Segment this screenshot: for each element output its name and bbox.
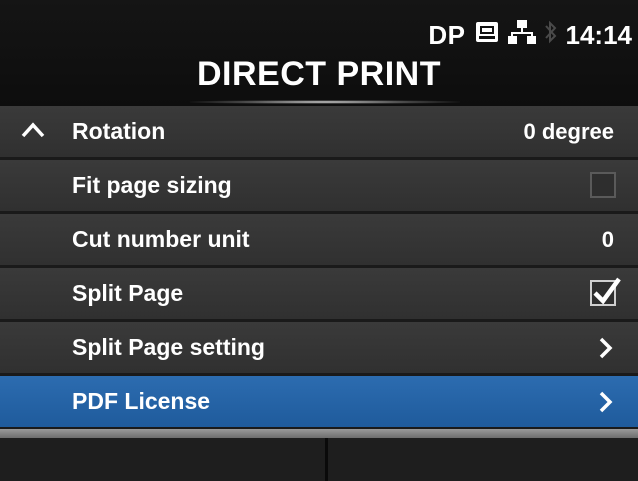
settings-menu: Rotation 0 degree Fit page sizing Cut nu…	[0, 106, 638, 430]
mode-indicator: DP	[428, 19, 466, 50]
menu-item-label: Split Page	[72, 280, 184, 306]
menu-item-rotation[interactable]: Rotation 0 degree	[0, 106, 638, 157]
menu-item-label: Rotation	[72, 118, 166, 144]
softkey-divider	[0, 429, 638, 438]
checkmark-icon	[593, 277, 621, 305]
scroll-up-caret-icon[interactable]	[20, 120, 46, 140]
sd-card-icon	[474, 20, 500, 51]
chevron-right-icon	[598, 390, 614, 414]
fit-page-sizing-checkbox[interactable]	[590, 172, 616, 198]
network-icon	[507, 19, 536, 52]
rotation-value: 0 degree	[523, 118, 615, 144]
split-page-checkbox[interactable]	[590, 277, 621, 306]
menu-item-split-page[interactable]: Split Page	[0, 268, 638, 319]
status-bar: DP 14:14	[428, 18, 632, 52]
menu-item-label: PDF License	[72, 388, 211, 414]
title-underline-glow	[190, 100, 460, 104]
bluetooth-icon	[544, 19, 558, 52]
header-bar: DP 14:14 DIRECT PRINT	[0, 0, 638, 106]
softkey-right[interactable]	[325, 438, 638, 481]
menu-item-cut-number-unit[interactable]: Cut number unit 0	[0, 214, 638, 265]
menu-item-fit-page-sizing[interactable]: Fit page sizing	[0, 160, 638, 211]
page-title: DIRECT PRINT	[197, 55, 441, 93]
clock-time: 14:14	[565, 19, 633, 50]
direct-print-screen: DP 14:14 DIRECT PRINT Rotation 0 degree …	[0, 0, 638, 481]
softkey-left[interactable]	[0, 438, 325, 481]
cut-number-unit-value: 0	[601, 226, 614, 252]
menu-item-label: Cut number unit	[72, 226, 250, 252]
menu-item-pdf-license[interactable]: PDF License	[0, 376, 638, 427]
menu-item-split-page-setting[interactable]: Split Page setting	[0, 322, 638, 373]
chevron-right-icon	[598, 336, 614, 360]
menu-item-label: Fit page sizing	[72, 172, 232, 198]
softkey-bar	[0, 438, 638, 481]
menu-item-label: Split Page setting	[72, 334, 265, 360]
